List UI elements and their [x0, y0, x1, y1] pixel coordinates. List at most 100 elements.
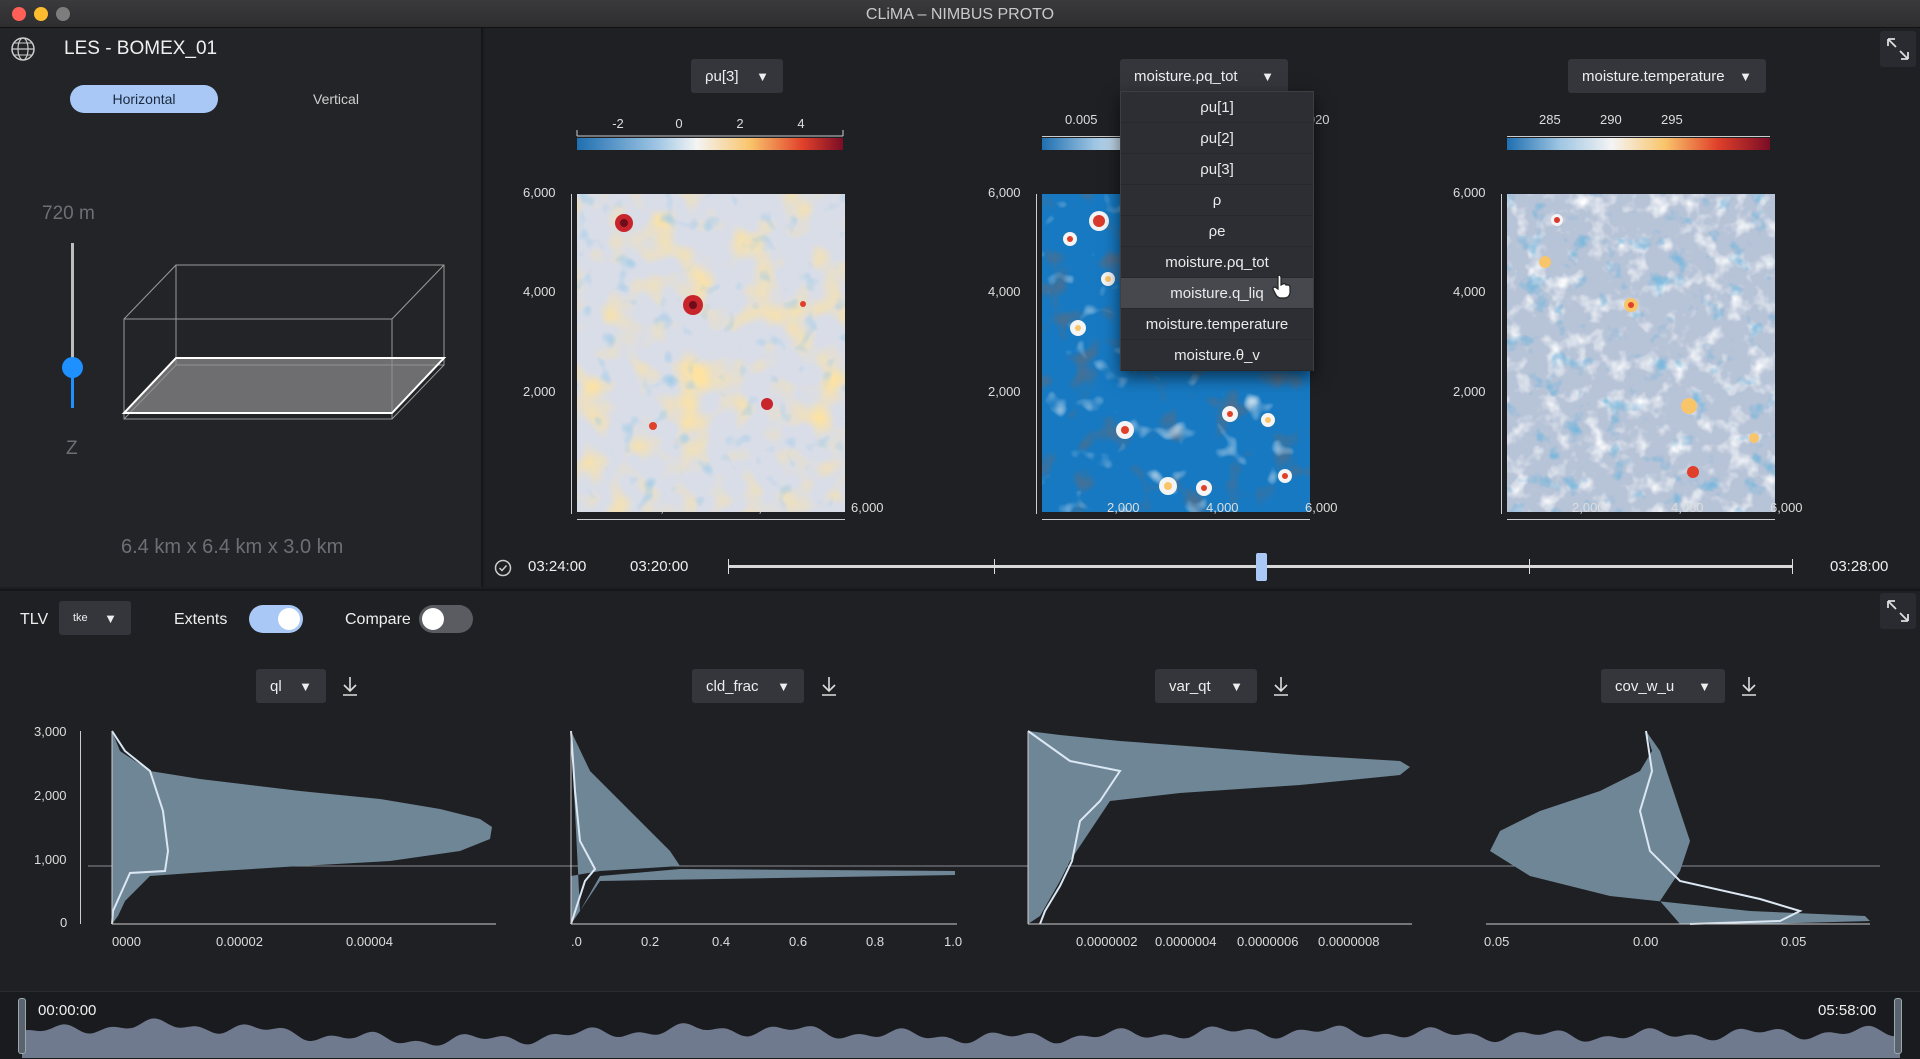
map2-y-axis	[1036, 194, 1037, 514]
profile2-x-tick: 0.6	[789, 934, 808, 949]
profile4-x-tick: 0.05	[1484, 934, 1510, 949]
tlv-value: tke	[73, 612, 88, 624]
timeline-start-handle[interactable]	[18, 998, 26, 1054]
profile3-x-tick: 0.0000006	[1237, 934, 1299, 949]
tlv-select[interactable]: tke ▼	[59, 601, 131, 635]
profile2-area	[571, 731, 955, 924]
profile4-variable-select[interactable]: cov_w_u ▼	[1601, 669, 1725, 703]
map3-x-tick: 2,000	[1572, 500, 1605, 515]
map1-y-axis	[571, 194, 572, 514]
profile2-x-tick: 0.8	[866, 934, 885, 949]
timeline-end-handle[interactable]	[1894, 998, 1902, 1054]
map1-x-tick: 6,000	[851, 500, 884, 515]
variable-dropdown-menu[interactable]: ρu[1] ρu[2] ρu[3] ρ ρe moisture.ρq_tot m…	[1120, 91, 1314, 371]
map2-variable-select[interactable]: moisture.ρq_tot ▼	[1120, 59, 1288, 93]
menu-item-variable[interactable]: ρu[1]	[1121, 92, 1313, 123]
profile1-variable-select[interactable]: ql ▼	[256, 669, 326, 703]
menu-item-variable[interactable]: moisture.temperature	[1121, 309, 1313, 340]
map3-colorbar-axis	[1507, 136, 1770, 137]
map1-colorbar-tick: 2	[736, 116, 743, 131]
maps-expand-button[interactable]	[1880, 31, 1916, 67]
download-icon[interactable]	[819, 675, 839, 697]
tab-vertical[interactable]: Vertical	[262, 85, 410, 113]
map3-y-tick: 2,000	[1453, 384, 1486, 399]
map3-colorbar-tick: 285	[1539, 112, 1561, 127]
menu-item-variable[interactable]: ρe	[1121, 216, 1313, 247]
chevron-down-icon: ▼	[1739, 68, 1752, 84]
timeline-end-time: 05:58:00	[1818, 1002, 1877, 1019]
profile2-x-tick: .0	[571, 934, 582, 949]
profile3-variable-select[interactable]: var_qt ▼	[1155, 669, 1257, 703]
timeline-start-time: 00:00:00	[38, 1002, 97, 1019]
map1-colorbar-tick: 0	[675, 116, 682, 131]
profiles-expand-button[interactable]	[1880, 593, 1916, 629]
map3-colorbar	[1507, 138, 1770, 150]
extents-label: Extents	[174, 611, 228, 628]
map1-y-tick: 4,000	[523, 284, 556, 299]
tab-horizontal[interactable]: Horizontal	[70, 85, 218, 113]
toggle-knob	[422, 608, 444, 630]
map1-variable-select[interactable]: ρu[3] ▼	[691, 59, 783, 93]
profile3-area	[1028, 731, 1410, 924]
map2-variable-label: moisture.ρq_tot	[1134, 67, 1238, 85]
download-icon[interactable]	[340, 675, 360, 697]
profile1-plot	[111, 730, 496, 925]
map2-x-tick: 2,000	[1107, 500, 1140, 515]
menu-item-variable[interactable]: ρu[3]	[1121, 154, 1313, 185]
hand-cursor-icon	[1272, 274, 1291, 299]
profile2-variable-select[interactable]: cld_frac ▼	[692, 669, 804, 703]
time-slider-handle[interactable]	[1255, 553, 1267, 581]
extents-toggle[interactable]	[249, 605, 303, 633]
profile-plots	[88, 730, 1880, 925]
simulation-timeline[interactable]: 00:00:00 05:58:00	[0, 991, 1920, 1059]
profile4-area	[1490, 731, 1870, 924]
map3-x-tick: 4,000	[1671, 500, 1704, 515]
compare-label: Compare	[345, 611, 411, 628]
time-end: 03:28:00	[1830, 558, 1889, 575]
profile3-x-tick: 0.0000002	[1076, 934, 1138, 949]
domain-panel: LES - BOMEX_01 Horizontal Vertical 720 m…	[0, 28, 483, 587]
window-title: CLiMA – NIMBUS PROTO	[865, 6, 1055, 23]
map3-y-tick: 6,000	[1453, 185, 1486, 200]
map3-colorbar-tick: 290	[1600, 112, 1622, 127]
download-icon[interactable]	[1271, 675, 1291, 697]
z-slider-handle[interactable]	[62, 357, 83, 378]
toggle-knob	[278, 608, 300, 630]
maps-panel: ρu[3] ▼ -2 0 2 4 6,000 4,000 2,000 2,000…	[485, 28, 1920, 587]
tlv-label: TLV	[20, 611, 49, 628]
map3-variable-select[interactable]: moisture.temperature ▼	[1568, 59, 1766, 93]
globe-icon	[11, 37, 35, 61]
menu-item-variable[interactable]: ρu[2]	[1121, 123, 1313, 154]
download-icon[interactable]	[1739, 675, 1759, 697]
chevron-down-icon: ▼	[1261, 68, 1274, 84]
profile4-x-tick: 0.05	[1781, 934, 1807, 949]
chevron-down-icon: ▼	[104, 610, 117, 626]
compare-toggle[interactable]	[419, 605, 473, 633]
profile2-plot	[570, 730, 957, 925]
map1-x-axis	[577, 519, 845, 520]
menu-item-variable[interactable]: moisture.θ_v	[1121, 340, 1313, 371]
clock-icon	[494, 559, 512, 577]
chevron-down-icon: ▼	[1698, 678, 1711, 694]
profile2-x-tick: 1.0	[944, 934, 963, 949]
map3-y-axis	[1501, 194, 1502, 514]
map3-x-tick: 6,000	[1770, 500, 1803, 515]
simulation-title: LES - BOMEX_01	[64, 38, 218, 59]
map1-x-tick: 4,000	[751, 500, 784, 515]
profile2-x-tick: 0.4	[712, 934, 731, 949]
menu-item-variable[interactable]: ρ	[1121, 185, 1313, 216]
map3-field	[1507, 194, 1775, 512]
profile1-variable-label: ql	[270, 677, 282, 695]
profile1-x-tick: 0000	[112, 934, 141, 949]
map1-x-tick: 2,000	[653, 500, 686, 515]
map1-variable-label: ρu[3]	[705, 67, 739, 85]
map2-y-tick: 6,000	[988, 185, 1021, 200]
map1-colorbar	[577, 138, 843, 150]
profile1-x-tick: 0.00004	[346, 934, 393, 949]
time-start: 03:20:00	[630, 558, 689, 575]
window-titlebar: CLiMA – NIMBUS PROTO	[0, 0, 1920, 28]
map1-y-tick: 6,000	[523, 185, 556, 200]
expand-icon	[1887, 600, 1909, 622]
domain-size: 6.4 km x 6.4 km x 3.0 km	[121, 536, 344, 558]
z-axis-label: Z	[66, 438, 78, 459]
